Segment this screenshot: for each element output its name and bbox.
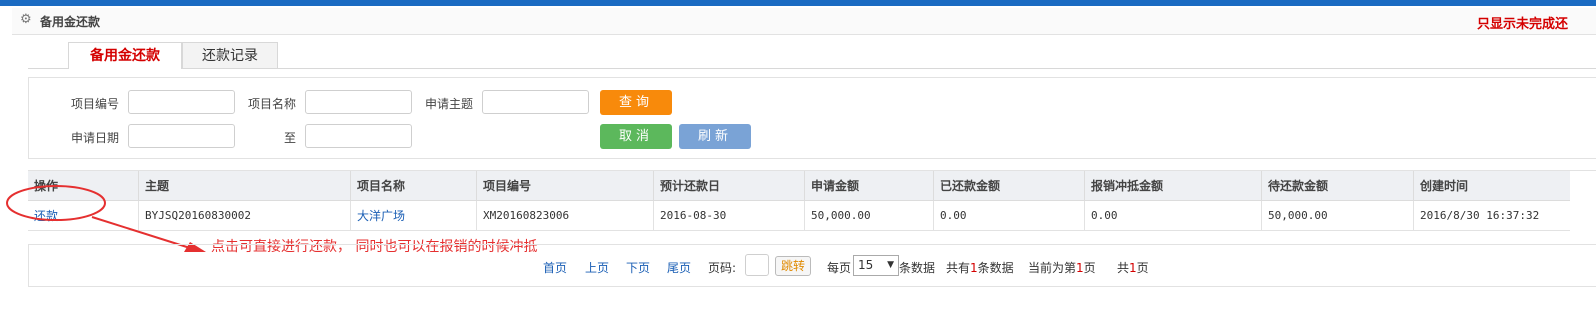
total-records: 共有1条数据: [946, 261, 1014, 275]
current-page-info: 当前为第1页: [1028, 261, 1096, 275]
per-page-select[interactable]: 15 ▼: [853, 255, 899, 276]
page-number-input[interactable]: [745, 254, 769, 276]
last-page-link[interactable]: 尾页: [667, 259, 691, 276]
per-page-value: 15: [858, 258, 874, 272]
jump-button[interactable]: 跳转: [775, 256, 811, 276]
first-page-link[interactable]: 首页: [543, 259, 567, 276]
total-pages-info: 共1页: [1117, 261, 1149, 275]
page-number-label: 页码:: [708, 261, 737, 275]
annotation-ellipse: [6, 185, 106, 221]
per-page-label: 每页: [827, 261, 852, 275]
prev-page-link[interactable]: 上页: [585, 259, 609, 276]
dropdown-arrow-icon: ▼: [887, 260, 894, 270]
per-page-suffix: 条数据: [899, 261, 936, 275]
pagination-bar: 首页 上页 下页 尾页 页码: 跳转 每页 15 ▼ 条数据 共有1条数据 当前…: [28, 244, 1596, 287]
next-page-link[interactable]: 下页: [626, 259, 650, 276]
